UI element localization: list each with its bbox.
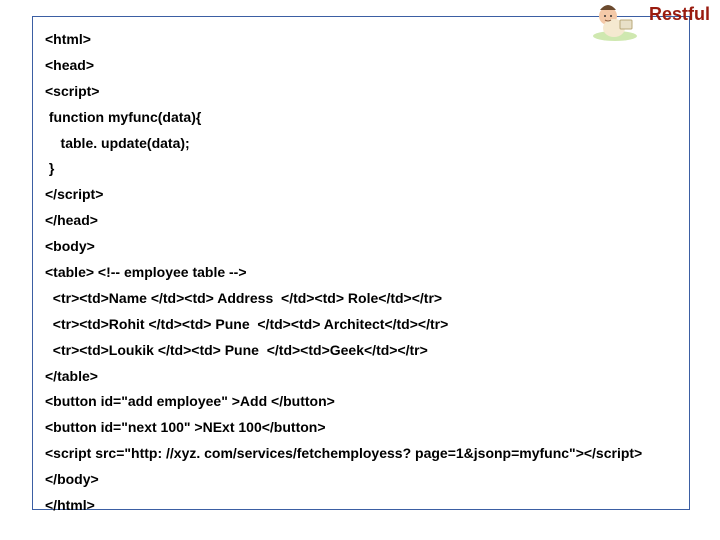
code-snippet-box: <html> <head> <script> function myfunc(d… xyxy=(32,16,690,510)
code-line: </head> xyxy=(45,208,677,234)
code-line: table. update(data); xyxy=(45,131,677,157)
code-line: <script> xyxy=(45,79,677,105)
code-line: <tr><td>Rohit </td><td> Pune </td><td> A… xyxy=(45,312,677,338)
page-title: Restful xyxy=(649,4,710,25)
code-line: <html> xyxy=(45,27,677,53)
code-line: function myfunc(data){ xyxy=(45,105,677,131)
code-line: <tr><td>Name </td><td> Address </td><td>… xyxy=(45,286,677,312)
code-line: <body> xyxy=(45,234,677,260)
code-line: <table> <!-- employee table --> xyxy=(45,260,677,286)
code-line: </html> xyxy=(45,493,677,519)
code-line: <head> xyxy=(45,53,677,79)
code-line: </body> xyxy=(45,467,677,493)
code-line: } xyxy=(45,156,677,182)
code-line: </table> xyxy=(45,364,677,390)
code-line: <script src="http: //xyz. com/services/f… xyxy=(45,441,677,467)
code-line: <button id="next 100" >NExt 100</button> xyxy=(45,415,677,441)
guru-illustration xyxy=(588,2,642,42)
code-line: </script> xyxy=(45,182,677,208)
code-line: <tr><td>Loukik </td><td> Pune </td><td>G… xyxy=(45,338,677,364)
code-line: <button id="add employee" >Add </button> xyxy=(45,389,677,415)
